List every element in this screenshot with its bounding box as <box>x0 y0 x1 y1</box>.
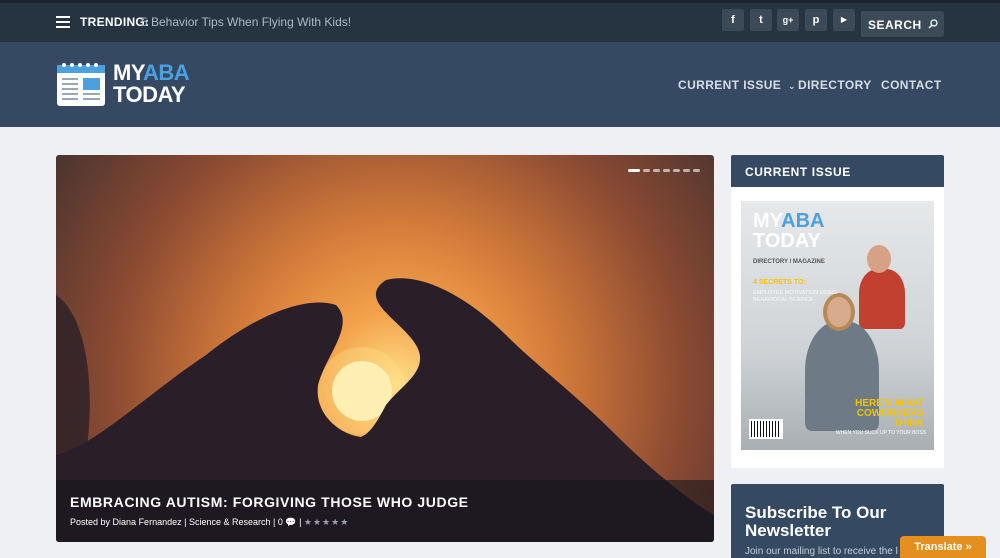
top-bar: TRENDING: 5 Behavior Tips When Flying Wi… <box>0 0 1000 42</box>
slider-dot[interactable] <box>663 169 670 172</box>
newsletter-title-line-2: Newsletter <box>745 521 831 540</box>
trending-label: TRENDING: <box>80 15 150 29</box>
slide-caption: EMBRACING AUTISM: FORGIVING THOSE WHO JU… <box>56 480 714 542</box>
cover-logo-my: MY <box>753 210 782 232</box>
search-input[interactable]: SEARCH <box>861 11 944 37</box>
newsletter-title-line-1: Subscribe To Our <box>745 503 887 522</box>
slider-dot[interactable] <box>628 169 640 172</box>
slider-pagination[interactable] <box>628 169 700 172</box>
twitter-icon[interactable]: t <box>750 9 772 31</box>
slider-dot[interactable] <box>683 169 690 172</box>
meta-prefix: Posted by <box>70 517 111 527</box>
widget-title: CURRENT ISSUE <box>745 165 851 179</box>
nav-current-issue-label: CURRENT ISSUE <box>678 78 782 92</box>
cover-headline: HERE'S WHAT COWORKERS THINK <box>855 399 924 429</box>
newspaper-logo-icon[interactable] <box>56 61 106 107</box>
nav-contact[interactable]: CONTACT <box>881 78 942 92</box>
nav-directory[interactable]: DIRECTORY <box>798 78 872 92</box>
slider-dot[interactable] <box>653 169 660 172</box>
current-issue-widget-header: CURRENT ISSUE <box>731 155 944 187</box>
pinterest-icon[interactable]: p <box>805 9 827 31</box>
current-issue-widget: MYABA TODAY DIRECTORY / MAGAZINE 4 SECRE… <box>731 187 944 468</box>
featured-slider[interactable]: EMBRACING AUTISM: FORGIVING THOSE WHO JU… <box>56 155 714 542</box>
search-icon[interactable] <box>928 19 938 29</box>
cover-secret-detail: EMPLOYEE MOTIVATION USING BEHAVIORAL SCI… <box>753 290 838 303</box>
category-link[interactable]: Science & Research <box>189 517 271 527</box>
slider-dot[interactable] <box>643 169 650 172</box>
slide-meta: Posted by Diana Fernandez | Science & Re… <box>70 517 350 527</box>
site-logo[interactable]: MYABA TODAY <box>113 62 190 107</box>
cover-logo-aba: ABA <box>781 210 825 232</box>
google-plus-icon[interactable]: g+ <box>777 9 799 31</box>
site-header: MYABA TODAY CURRENT ISSUE ⌄ DIRECTORY CO… <box>0 42 1000 127</box>
cover-logo: MYABA TODAY <box>753 211 825 251</box>
cover-tagline: WHEN YOU SUCK UP TO YOUR BOSS <box>835 430 926 436</box>
comment-icon: 💬 <box>285 517 297 527</box>
comment-count[interactable]: 0 <box>278 517 283 527</box>
logo-today: TODAY <box>113 82 186 107</box>
rating-stars: ★★★★★ <box>303 517 350 527</box>
cover-headline-3: THINK <box>893 418 924 429</box>
newsletter-text: Join our mailing list to receive the l <box>745 546 898 557</box>
slider-dot[interactable] <box>673 169 680 172</box>
slider-dot[interactable] <box>693 169 700 172</box>
menu-icon[interactable] <box>56 16 70 28</box>
cover-subtitle: DIRECTORY / MAGAZINE <box>753 259 825 265</box>
translate-button[interactable]: Translate » <box>900 536 986 558</box>
newsletter-title: Subscribe To Our Newsletter <box>745 504 886 540</box>
cover-logo-today: TODAY <box>753 230 821 252</box>
cover-person-man <box>859 269 905 329</box>
slide-title[interactable]: EMBRACING AUTISM: FORGIVING THOSE WHO JU… <box>70 494 469 510</box>
author-link[interactable]: Diana Fernandez <box>113 517 182 527</box>
cover-secret: 4 SECRETS TO: <box>753 279 806 286</box>
youtube-icon[interactable]: ▶ <box>833 9 855 31</box>
magazine-cover[interactable]: MYABA TODAY DIRECTORY / MAGAZINE 4 SECRE… <box>741 201 934 450</box>
trending-link[interactable]: 5 Behavior Tips When Flying With Kids! <box>141 15 351 29</box>
cover-person-man-head <box>867 245 891 273</box>
chevron-down-icon: ⌄ <box>787 81 796 91</box>
facebook-icon[interactable]: f <box>722 9 744 31</box>
nav-current-issue[interactable]: CURRENT ISSUE ⌄ <box>678 78 796 92</box>
search-label: SEARCH <box>868 18 922 32</box>
barcode <box>749 419 783 439</box>
